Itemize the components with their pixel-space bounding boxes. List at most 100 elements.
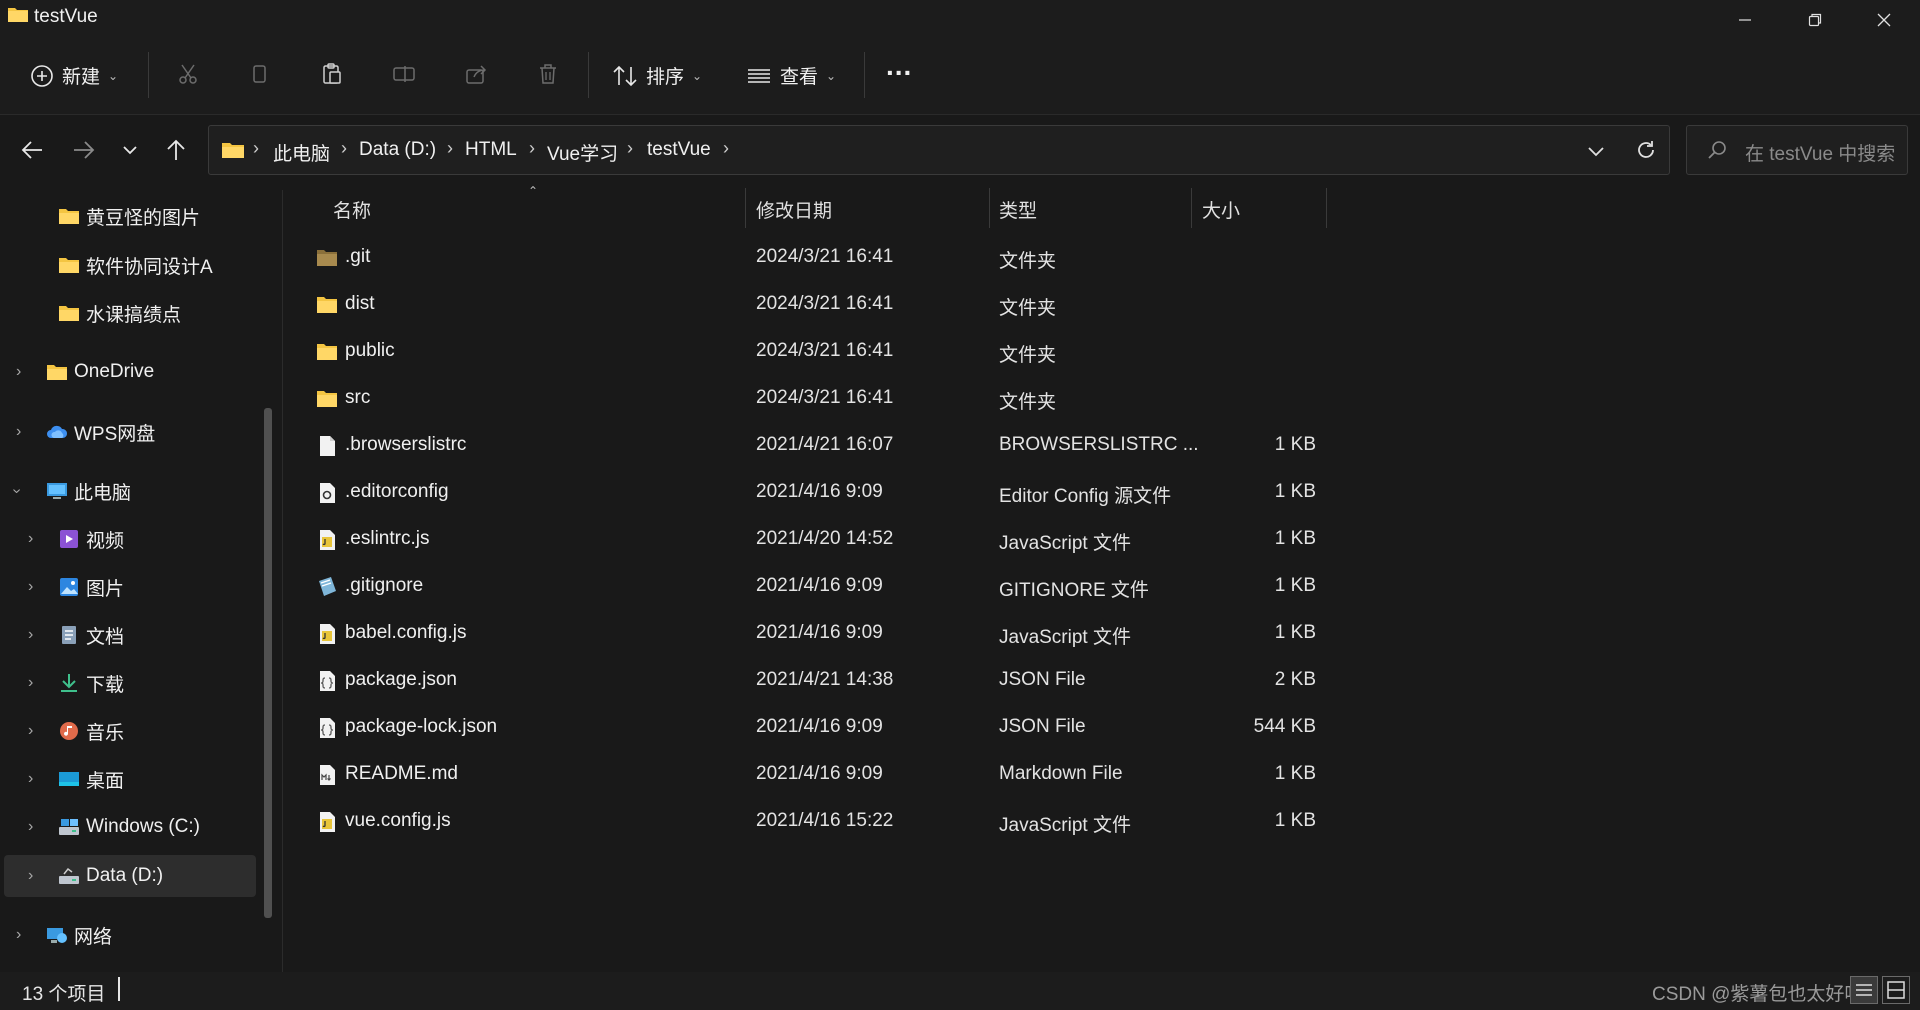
chevron-right-icon[interactable]: ›: [28, 722, 33, 740]
column-divider[interactable]: [745, 188, 746, 228]
forward-button[interactable]: [64, 128, 104, 172]
breadcrumb-testvue[interactable]: testVue: [647, 139, 711, 161]
search-box[interactable]: 在 testVue 中搜索: [1686, 125, 1908, 175]
chevron-right-icon[interactable]: ›: [16, 926, 21, 944]
file-name: dist: [345, 293, 375, 314]
sort-button[interactable]: 排序 ⌄: [612, 62, 702, 89]
drive-icon: [59, 819, 79, 835]
cut-button[interactable]: [176, 62, 200, 86]
sidebar-item-network[interactable]: › 网络: [4, 914, 256, 956]
sidebar-item-videos[interactable]: › 视频: [4, 518, 256, 560]
new-button[interactable]: 新建 ⌄: [30, 62, 118, 89]
search-icon: [1708, 141, 1726, 159]
status-caret: [118, 977, 120, 1001]
file-row[interactable]: package-lock.json 2021/4/16 9:09 JSON File…: [300, 705, 1330, 751]
file-row[interactable]: .git 2024/3/21 16:41 文件夹: [300, 235, 1330, 281]
file-size: 1 KB: [1274, 810, 1316, 831]
recent-locations-button[interactable]: [110, 128, 150, 172]
column-header-name[interactable]: 名称: [333, 196, 371, 223]
chevron-right-icon: ›: [723, 138, 729, 158]
arrow-left-icon: [21, 141, 42, 159]
restore-button[interactable]: [1780, 0, 1850, 40]
refresh-icon[interactable]: [1635, 139, 1657, 161]
chevron-right-icon[interactable]: ›: [16, 363, 21, 381]
file-row[interactable]: package.json 2021/4/21 14:38 JSON File 2 KB: [300, 658, 1330, 704]
copy-button[interactable]: [248, 62, 272, 86]
sidebar-item-music[interactable]: › 音乐: [4, 710, 256, 752]
documents-icon: [62, 626, 76, 644]
column-header-type[interactable]: 类型: [999, 196, 1037, 223]
chevron-right-icon[interactable]: ›: [16, 423, 21, 441]
chevron-down-icon[interactable]: ›: [8, 488, 26, 493]
breadcrumb-this-pc[interactable]: 此电脑: [273, 139, 330, 166]
breadcrumb-vue-study[interactable]: Vue学习: [547, 139, 618, 166]
up-button[interactable]: [156, 128, 196, 172]
file-type: Markdown File: [999, 763, 1123, 784]
file-date: 2024/3/21 16:41: [756, 246, 894, 267]
address-dropdown-icon[interactable]: [1587, 146, 1605, 157]
column-divider[interactable]: [989, 188, 990, 228]
sidebar-item-documents[interactable]: › 文档: [4, 614, 256, 656]
back-button[interactable]: [12, 128, 52, 172]
chevron-right-icon[interactable]: ›: [28, 530, 33, 548]
rename-button[interactable]: [392, 62, 416, 86]
column-divider[interactable]: [1191, 188, 1192, 228]
file-name: public: [345, 340, 395, 361]
file-row[interactable]: babel.config.js 2021/4/16 9:09 JavaScript …: [300, 611, 1330, 657]
column-header-size[interactable]: 大小: [1202, 196, 1240, 223]
file-name: .gitignore: [345, 575, 424, 596]
close-button[interactable]: [1849, 0, 1919, 40]
sidebar-item-wps[interactable]: › WPS网盘: [4, 411, 256, 453]
sidebar-item-label: 文档: [86, 626, 125, 648]
breadcrumb-html[interactable]: HTML: [465, 139, 517, 161]
file-date: 2021/4/16 9:09: [756, 716, 883, 737]
file-row[interactable]: .editorconfig 2021/4/16 9:09 Editor Config…: [300, 470, 1330, 516]
chevron-right-icon[interactable]: ›: [28, 770, 33, 788]
file-row[interactable]: .gitignore 2021/4/16 9:09 GITIGNORE 文件 1 KB: [300, 564, 1330, 610]
file-row[interactable]: vue.config.js 2021/4/16 15:22 JavaScript 文…: [300, 799, 1330, 845]
chevron-right-icon[interactable]: ›: [28, 578, 33, 596]
view-button[interactable]: 查看 ⌄: [746, 62, 836, 89]
details-view-button[interactable]: [1850, 976, 1878, 1004]
chevron-right-icon: ›: [529, 138, 535, 158]
sidebar-item-onedrive[interactable]: › OneDrive: [4, 351, 256, 393]
toolbar-divider: [864, 52, 865, 98]
chevron-right-icon[interactable]: ›: [28, 867, 33, 885]
minimize-button[interactable]: [1710, 0, 1780, 40]
file-row[interactable]: dist 2024/3/21 16:41 文件夹: [300, 282, 1330, 328]
file-type: JSON File: [999, 716, 1086, 737]
sidebar-item-downloads[interactable]: › 下载: [4, 662, 256, 704]
sidebar-item-desktop[interactable]: › 桌面: [4, 758, 256, 800]
large-icons-view-button[interactable]: [1882, 976, 1910, 1004]
sidebar-item-folder-2[interactable]: 软件协同设计A: [4, 244, 256, 286]
sidebar-item-pictures[interactable]: › 图片: [4, 566, 256, 608]
sidebar-scrollbar[interactable]: [264, 408, 272, 918]
chevron-right-icon[interactable]: ›: [28, 626, 33, 644]
column-header-date[interactable]: 修改日期: [756, 196, 832, 223]
more-options-button[interactable]: ...: [886, 50, 912, 82]
share-icon: [466, 65, 487, 84]
address-bar[interactable]: › 此电脑 › Data (D:) › HTML › Vue学习 › testV…: [208, 125, 1670, 175]
delete-button[interactable]: [536, 62, 560, 86]
sidebar-item-drive-c[interactable]: › Windows (C:): [4, 806, 256, 848]
chevron-down-icon: ⌄: [826, 68, 837, 83]
file-row[interactable]: README.md 2021/4/16 9:09 Markdown File 1 KB: [300, 752, 1330, 798]
share-button[interactable]: [464, 62, 488, 86]
file-name: src: [345, 387, 371, 408]
column-divider[interactable]: [1326, 188, 1327, 228]
file-row[interactable]: .browserslistrc 2021/4/21 16:07 BROWSERSLI…: [300, 423, 1330, 469]
sidebar-item-drive-d[interactable]: › Data (D:): [4, 855, 256, 897]
sidebar-item-folder-1[interactable]: 黄豆怪的图片: [4, 195, 256, 237]
chevron-right-icon[interactable]: ›: [28, 818, 33, 836]
sidebar-item-label: 视频: [86, 530, 125, 552]
file-row[interactable]: .eslintrc.js 2021/4/20 14:52 JavaScript 文件…: [300, 517, 1330, 563]
file-date: 2021/4/16 15:22: [756, 810, 894, 831]
js-file-icon: [320, 624, 335, 644]
chevron-right-icon[interactable]: ›: [28, 674, 33, 692]
breadcrumb-data-d[interactable]: Data (D:): [359, 139, 436, 161]
sidebar-item-this-pc[interactable]: › 此电脑: [4, 470, 256, 512]
file-row[interactable]: src 2024/3/21 16:41 文件夹: [300, 376, 1330, 422]
sidebar-item-folder-3[interactable]: 水课搞绩点: [4, 292, 256, 334]
paste-button[interactable]: [320, 62, 344, 86]
file-row[interactable]: public 2024/3/21 16:41 文件夹: [300, 329, 1330, 375]
